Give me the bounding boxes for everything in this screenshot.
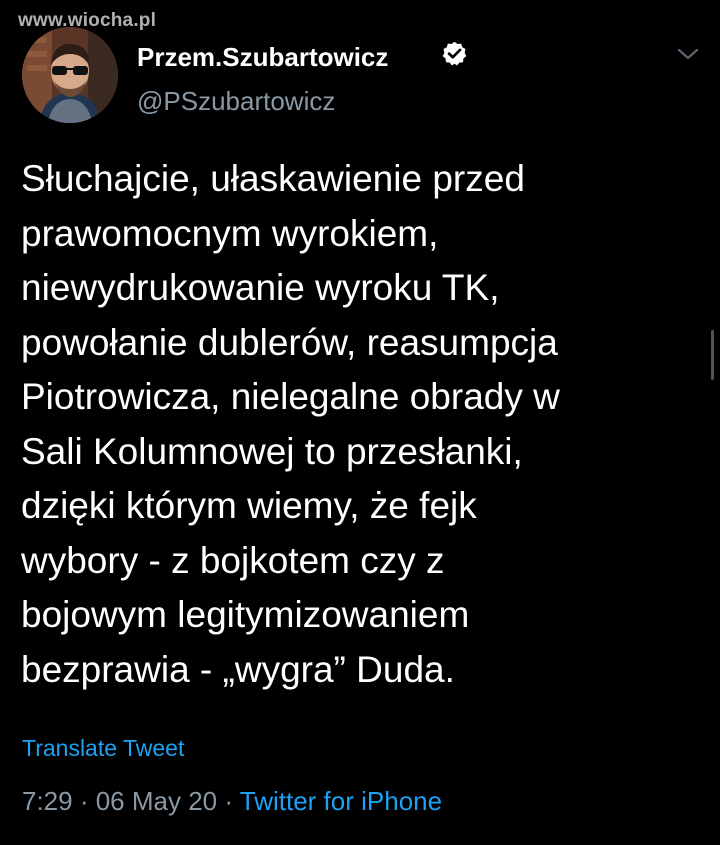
- tweet-date: 06 May 20: [95, 786, 218, 816]
- tweet-text-line: powołanie dublerów, reasumpcja: [21, 321, 558, 363]
- tweet-text-line: niewydrukowanie wyroku TK,: [21, 267, 500, 308]
- tweet-text-line: Piotrowicza, nielegalne obrady w: [21, 376, 560, 417]
- tweet-text-line: Sali Kolumnowej to przesłanki,: [21, 430, 523, 472]
- tweet-text-line: bezprawia - „wygra” Duda.: [21, 648, 455, 690]
- tweet-meta: 7:29 · 06 May 20 · Twitter for iPhone: [22, 786, 442, 817]
- author-display-name[interactable]: Przem.Szubartowicz: [137, 42, 388, 73]
- tweet-text-line: prawomocnym wyrokiem,: [21, 212, 439, 254]
- tweet-text-line: wybory - z bojkotem czy z: [21, 539, 445, 581]
- tweet-text: Słuchajcie, ułaskawienie przed prawomocn…: [21, 152, 701, 697]
- tweet-time: 7:29: [22, 786, 73, 816]
- watermark: www.wiocha.pl: [18, 10, 157, 31]
- tweet-text-line: Słuchajcie, ułaskawienie przed: [21, 158, 525, 199]
- chevron-down-icon[interactable]: [676, 46, 700, 62]
- translate-tweet-link[interactable]: Translate Tweet: [22, 735, 184, 762]
- author-handle[interactable]: @PSzubartowicz: [137, 86, 335, 117]
- meta-separator: ·: [72, 786, 96, 816]
- tweet-text-line: bojowym legitymizowaniem: [21, 594, 470, 635]
- tweet-text-line: dzięki którym wiemy, że fejk: [21, 485, 477, 526]
- meta-separator: ·: [217, 786, 240, 816]
- scrollbar[interactable]: [711, 330, 714, 380]
- verified-badge-icon: [442, 41, 467, 66]
- tweet-source-link[interactable]: Twitter for iPhone: [240, 786, 442, 816]
- avatar[interactable]: [22, 27, 118, 123]
